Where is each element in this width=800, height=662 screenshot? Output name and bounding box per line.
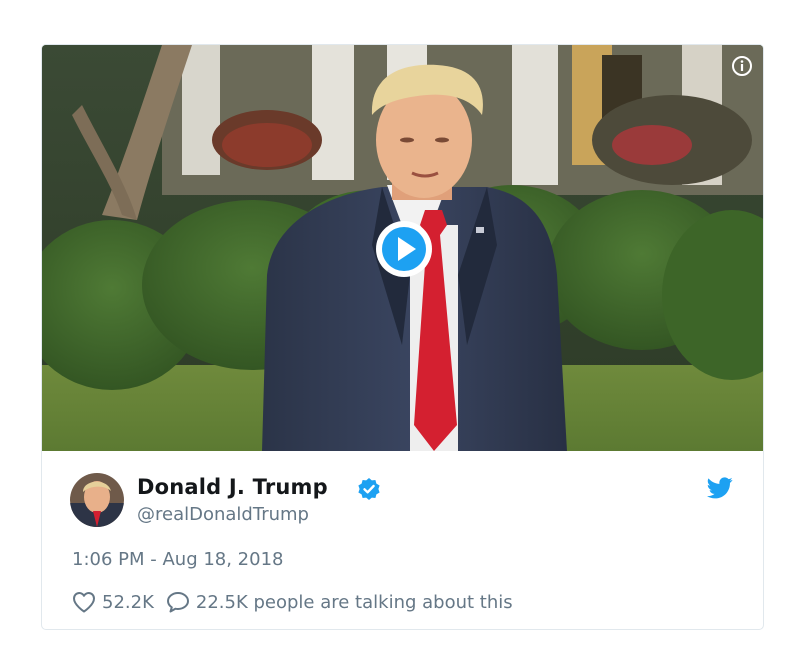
conversation-count-text: 22.5K people are talking about this: [195, 591, 513, 613]
tweet-body: Donald J. Trump @realDonaldTrump 1:06 PM…: [42, 451, 763, 629]
tweet-timestamp[interactable]: 1:06 PM - Aug 18, 2018: [72, 549, 284, 570]
verified-badge-icon: [357, 477, 381, 501]
embedded-tweet-card: Donald J. Trump @realDonaldTrump 1:06 PM…: [41, 44, 764, 630]
avatar[interactable]: [70, 473, 124, 527]
info-icon[interactable]: [731, 55, 753, 77]
play-icon[interactable]: [374, 219, 434, 279]
video-thumbnail[interactable]: [42, 45, 763, 451]
tweet-actions: 52.2K 22.5K people are talking about thi…: [72, 589, 513, 615]
heart-icon: [73, 592, 95, 613]
author-handle[interactable]: @realDonaldTrump: [137, 504, 309, 525]
like-button[interactable]: 52.2K: [72, 591, 154, 613]
conversation-link[interactable]: 22.5K people are talking about this: [166, 591, 513, 613]
like-count: 52.2K: [102, 591, 154, 613]
twitter-bird-icon[interactable]: [706, 477, 733, 501]
author-name[interactable]: Donald J. Trump: [137, 475, 328, 499]
speech-bubble-icon: [166, 592, 189, 613]
